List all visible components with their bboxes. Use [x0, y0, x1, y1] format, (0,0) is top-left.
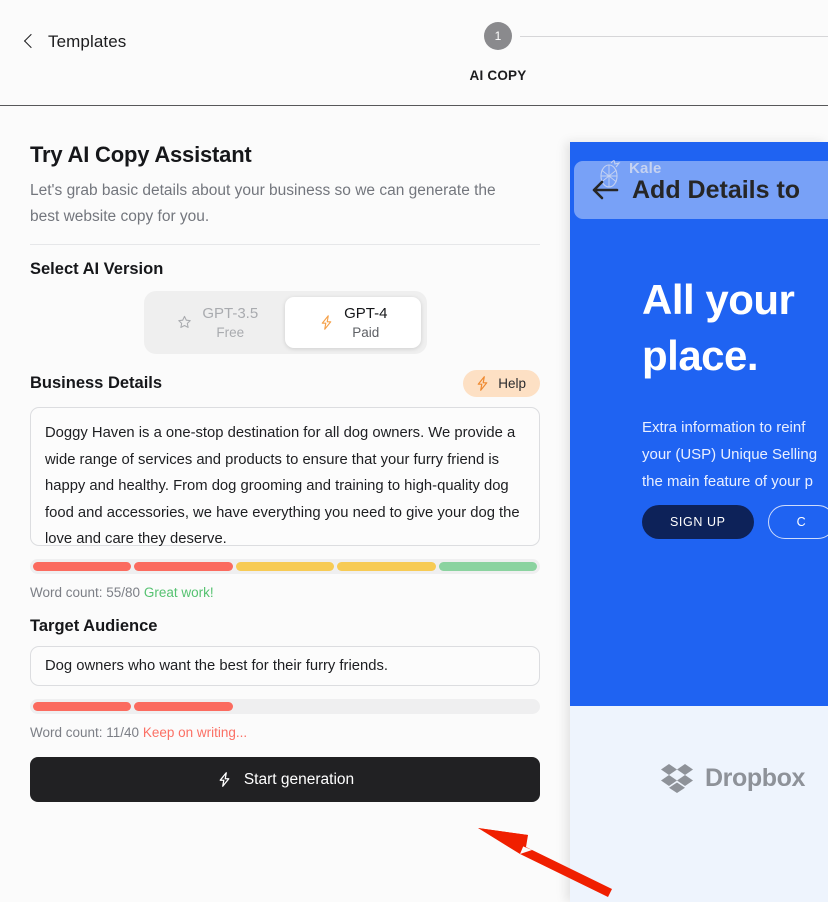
meter-segment-empty [439, 702, 537, 711]
meter-segment [438, 562, 538, 571]
business-details-meter [30, 559, 540, 574]
ai-copy-form: Try AI Copy Assistant Let's grab basic d… [0, 106, 570, 902]
dropbox-label: Dropbox [705, 763, 805, 792]
red-pointer-arrow [478, 828, 612, 897]
preview-body-line2: your (USP) Unique Selling [642, 446, 818, 463]
model-option-gpt35[interactable]: GPT-3.5 Free [150, 297, 286, 348]
target-audience-meter [30, 699, 540, 714]
overlay-title: Add Details to [632, 175, 801, 204]
ai-version-selector: GPT-3.5 Free GPT-4 Paid [143, 291, 427, 354]
secondary-cta-button[interactable]: C [767, 505, 828, 539]
word-count-label: Word count: 11/40 [30, 725, 140, 740]
top-bar: Templates 1 AI COPY [0, 0, 828, 106]
step-label-ai-copy: AI COPY [469, 68, 527, 83]
section-title-business-details: Business Details [30, 374, 163, 392]
section-title-ai-version: Select AI Version [30, 260, 164, 278]
model-tier-gpt4: Paid [352, 324, 380, 340]
word-count-status: Keep on writing... [142, 725, 248, 740]
word-count-status: Great work! [143, 585, 214, 600]
preview-headline-line1: All your [642, 276, 795, 323]
start-generation-button[interactable]: Start generation [30, 757, 540, 802]
lightning-icon [321, 315, 332, 330]
ai-version-selector-wrap: GPT-3.5 Free GPT-4 Paid [30, 291, 540, 354]
business-details-word-count: Word count: 55/80 Great work! [30, 585, 540, 600]
meter-segment [33, 562, 132, 571]
star-icon [178, 315, 192, 328]
meter-segment [337, 562, 436, 571]
divider [30, 244, 540, 245]
arrow-left-icon[interactable] [590, 179, 620, 201]
step-progress: 1 AI COPY [0, 0, 828, 106]
template-preview-panel[interactable]: Kale Add Details to All your place. Extr… [570, 142, 828, 902]
step-progress-line [520, 35, 828, 37]
meter-segment [134, 562, 233, 571]
section-title-target-audience: Target Audience [30, 617, 158, 635]
meter-segment-empty [236, 702, 334, 711]
lightning-icon [477, 376, 488, 391]
meter-segment [134, 702, 233, 711]
lightning-icon [219, 772, 230, 787]
help-button[interactable]: Help [463, 370, 540, 397]
model-option-gpt4[interactable]: GPT-4 Paid [285, 297, 421, 348]
target-audience-word-count: Word count: 11/40 Keep on writing... [30, 725, 540, 740]
meter-segment [235, 562, 335, 571]
meter-segment [33, 702, 132, 711]
app-root: Templates 1 AI COPY Try AI Copy Assistan… [0, 0, 828, 902]
dropbox-icon [661, 764, 693, 793]
help-label: Help [498, 376, 526, 391]
preview-cta-group: SIGN UP C [642, 505, 828, 539]
preview-body: Extra information to reinf your (USP) Un… [642, 414, 817, 495]
preview-headline-line2: place. [642, 332, 759, 379]
preview-hero: Kale Add Details to All your place. Extr… [570, 142, 828, 706]
meter-segment-empty [337, 702, 435, 711]
page-subtitle: Let's grab basic details about your busi… [30, 182, 496, 225]
preview-body-line1: Extra information to reinf [642, 419, 806, 436]
add-details-overlay[interactable]: Add Details to [574, 161, 828, 219]
business-details-header: Business Details Help [30, 370, 540, 397]
start-generation-label: Start generation [243, 770, 355, 788]
sign-up-button[interactable]: SIGN UP [642, 505, 754, 539]
step-indicator-1[interactable]: 1 [484, 22, 512, 50]
preview-headline: All your place. [642, 272, 795, 384]
model-tier-gpt35: Free [216, 324, 245, 340]
target-audience-input[interactable]: Dog owners who want the best for their f… [30, 646, 540, 686]
model-name-gpt35: GPT-3.5 [202, 304, 259, 322]
dropbox-logo: Dropbox [660, 762, 805, 794]
preview-body-line3: the main feature of your p [642, 473, 813, 490]
model-name-gpt4: GPT-4 [344, 304, 388, 322]
business-details-textarea[interactable]: Doggy Haven is a one-stop destination fo… [30, 407, 540, 547]
page-title: Try AI Copy Assistant [30, 142, 252, 167]
word-count-label: Word count: 55/80 [30, 585, 141, 600]
